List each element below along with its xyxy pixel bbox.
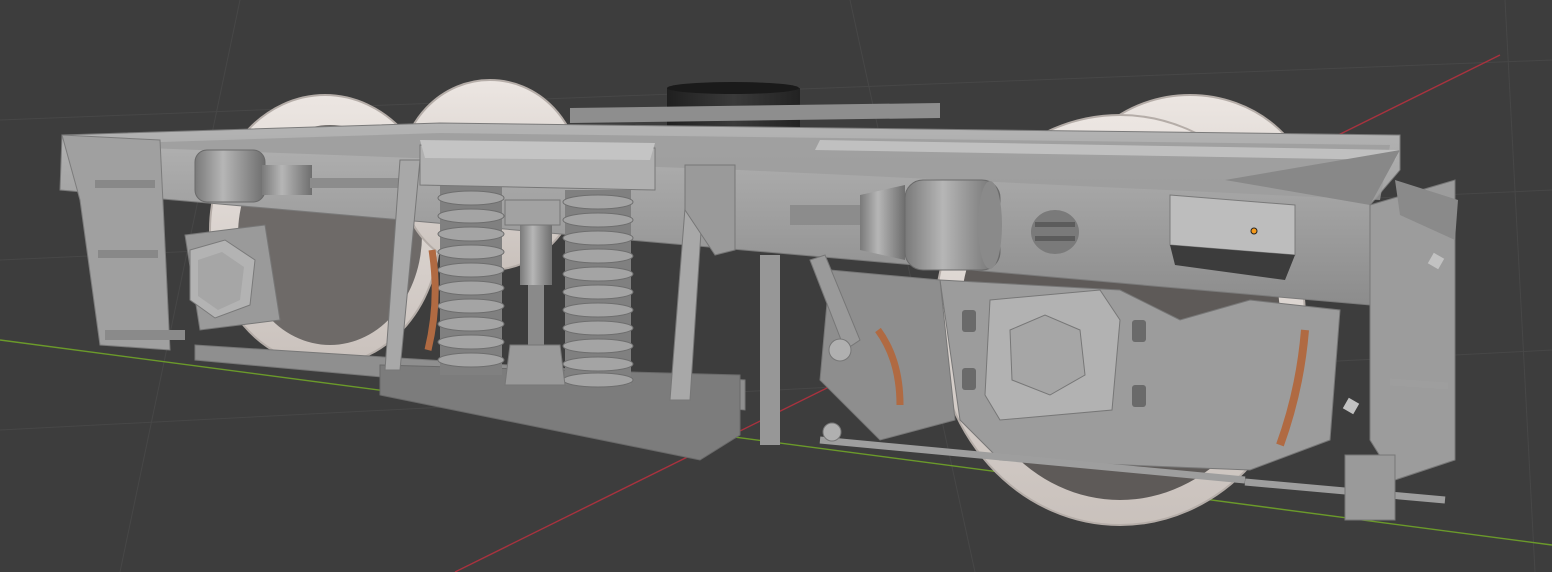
frame-port [1031,210,1079,254]
object-origin-dot[interactable] [1250,227,1258,235]
lower-link [760,255,780,445]
axlebox-left[interactable] [184,224,281,331]
axlebox-right[interactable] [984,289,1121,421]
rear-crossbeam [570,103,940,123]
coil-spring-left[interactable] [437,185,505,375]
safety-bracket [1344,454,1396,521]
3d-viewport[interactable] [0,0,1552,572]
spring-cap-top [420,140,655,160]
coil-spring-right[interactable] [562,190,634,388]
